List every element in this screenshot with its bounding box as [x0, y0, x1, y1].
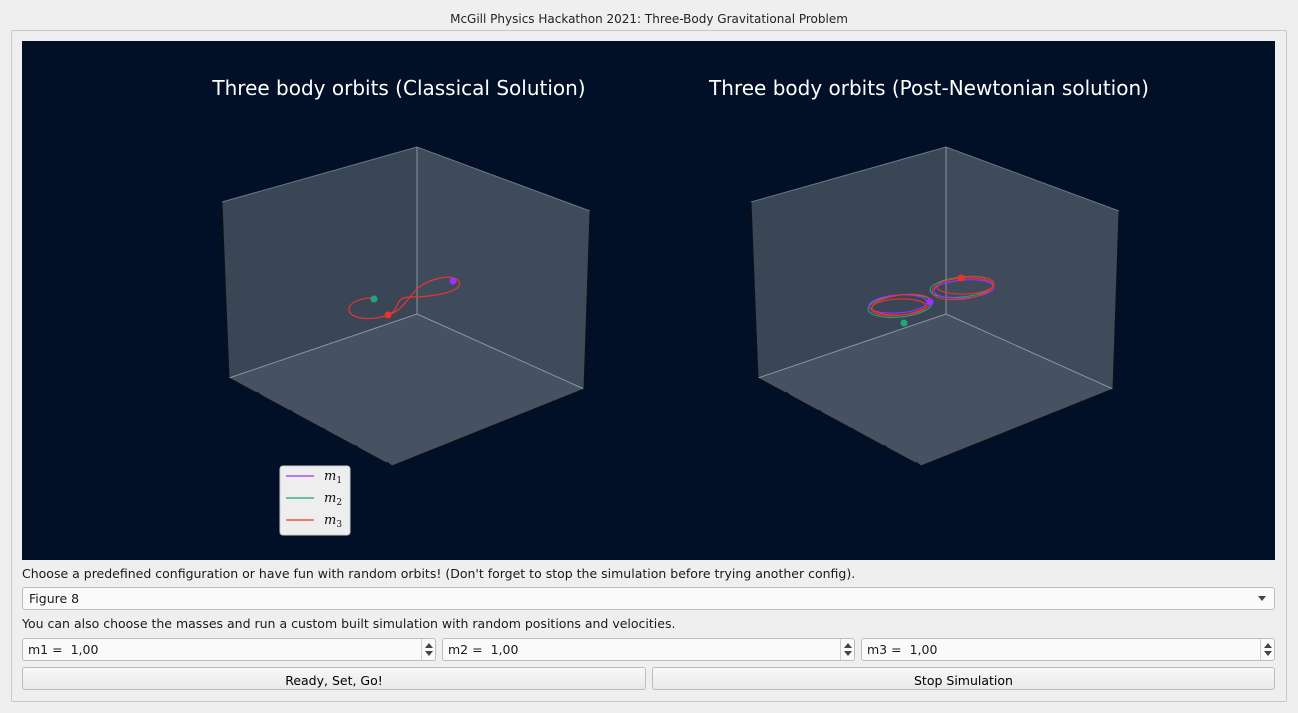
- m2-value[interactable]: 1,00: [491, 642, 519, 657]
- m2-body-classical: [370, 295, 378, 303]
- m3-body-pn: [957, 274, 965, 282]
- plot-canvas[interactable]: Three body orbits (Classical Solution) T…: [22, 41, 1275, 560]
- chevron-down-icon[interactable]: [1258, 596, 1266, 601]
- m1-value[interactable]: 1,00: [71, 642, 99, 657]
- m3-value[interactable]: 1,00: [910, 642, 938, 657]
- m3-stepper[interactable]: [1260, 639, 1274, 660]
- config-select-value: Figure 8: [29, 591, 80, 606]
- m1-stepper[interactable]: [421, 639, 435, 660]
- m3-body-classical: [384, 311, 392, 319]
- m1-prefix: m1 =: [28, 642, 63, 657]
- m2-prefix: m2 =: [448, 642, 483, 657]
- step-up-icon[interactable]: [844, 643, 852, 648]
- post-newtonian-3d-axes: [745, 146, 1120, 467]
- step-down-icon[interactable]: [425, 651, 433, 656]
- step-down-icon[interactable]: [844, 651, 852, 656]
- step-up-icon[interactable]: [425, 643, 433, 648]
- stop-simulation-button[interactable]: Stop Simulation: [652, 667, 1275, 690]
- m2-spinbox[interactable]: m2 = 1,00: [442, 638, 855, 661]
- classical-plot-title: Three body orbits (Classical Solution): [211, 76, 585, 100]
- config-prompt-label: Choose a predefined configuration or hav…: [22, 566, 856, 581]
- orbit-plots: Three body orbits (Classical Solution) T…: [211, 76, 1149, 536]
- m1-body-classical: [449, 277, 457, 285]
- m2-body-pn: [900, 319, 908, 327]
- mass-prompt-label: You can also choose the masses and run a…: [22, 616, 676, 631]
- m1-spinbox[interactable]: m1 = 1,00: [22, 638, 436, 661]
- m2-stepper[interactable]: [840, 639, 854, 660]
- m3-prefix: m3 =: [867, 642, 902, 657]
- m3-spinbox[interactable]: m3 = 1,00: [861, 638, 1275, 661]
- window-title: McGill Physics Hackathon 2021: Three-Bod…: [450, 12, 848, 26]
- step-down-icon[interactable]: [1264, 651, 1272, 656]
- step-up-icon[interactable]: [1264, 643, 1272, 648]
- orbit-legend: m1 m2 m3: [279, 465, 351, 536]
- post-newtonian-plot-title: Three body orbits (Post-Newtonian soluti…: [708, 76, 1149, 100]
- config-select[interactable]: Figure 8: [22, 587, 1275, 610]
- m1-body-pn: [926, 298, 934, 306]
- classical-3d-axes: [216, 146, 591, 467]
- ready-set-go-button[interactable]: Ready, Set, Go!: [22, 667, 646, 690]
